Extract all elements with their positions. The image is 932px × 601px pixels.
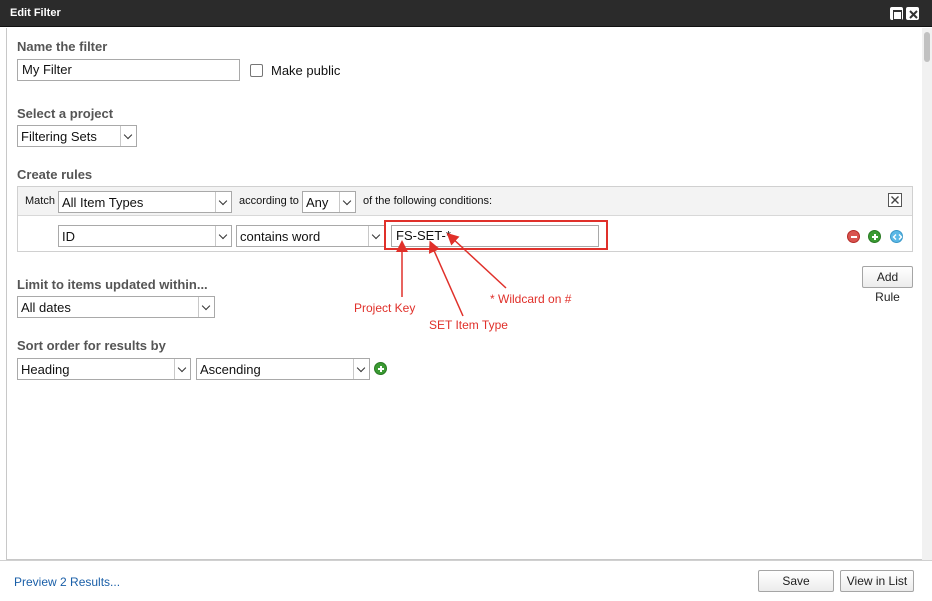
date-range-value: All dates — [21, 300, 71, 315]
chevron-down-icon — [174, 359, 190, 379]
limit-label: Limit to items updated within... — [17, 277, 208, 292]
preview-results-link[interactable]: Preview 2 Results... — [14, 575, 120, 589]
annotation-project-key: Project Key — [354, 301, 416, 315]
sort-field-value: Heading — [21, 362, 70, 377]
save-button[interactable]: Save — [758, 570, 834, 592]
chevron-down-icon — [198, 297, 214, 317]
view-in-list-button[interactable]: View in List — [840, 570, 914, 592]
add-sort-icon[interactable] — [374, 362, 387, 375]
date-range-select[interactable]: All dates — [17, 296, 215, 318]
sort-field-select[interactable]: Heading — [17, 358, 191, 380]
annotation-set-item-type: SET Item Type — [429, 318, 508, 332]
sort-order-label: Sort order for results by — [17, 338, 166, 353]
annotation-wildcard: * Wildcard on # — [490, 292, 572, 306]
sort-direction-value: Ascending — [200, 362, 261, 377]
chevron-down-icon — [353, 359, 369, 379]
sort-direction-select[interactable]: Ascending — [196, 358, 370, 380]
